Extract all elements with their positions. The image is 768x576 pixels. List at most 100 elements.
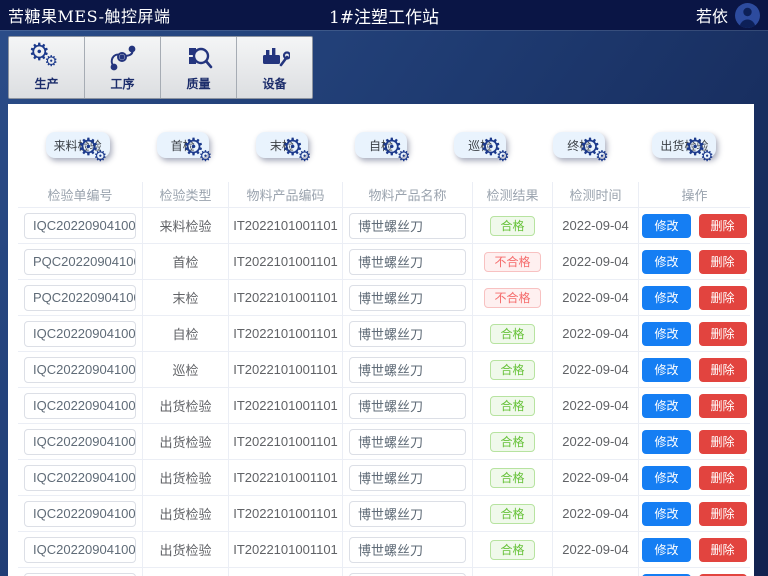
edit-button[interactable]: 修改	[642, 358, 690, 382]
toolbar-button-process[interactable]: 工序	[85, 37, 161, 98]
result-cell: 合格	[473, 532, 553, 567]
edit-button[interactable]: 修改	[642, 394, 690, 418]
result-badge: 不合格	[484, 252, 540, 272]
material-name-cell: 博世螺丝刀	[343, 532, 473, 567]
result-cell: 不合格	[473, 244, 553, 279]
delete-button[interactable]: 删除	[699, 394, 747, 418]
top-navbar: 苦糖果MES-触控屏端 1#注塑工作站 若依	[0, 0, 768, 30]
toolbar-button-label: 工序	[110, 75, 134, 92]
quality-inspect-icon	[185, 44, 213, 72]
user-avatar-icon[interactable]	[735, 3, 760, 28]
order-no-cell: IQC202209041001	[18, 496, 143, 531]
material-name-cell: 博世螺丝刀	[343, 316, 473, 351]
material-name-input[interactable]: 博世螺丝刀	[349, 537, 466, 563]
material-name-input[interactable]: 博世螺丝刀	[349, 213, 466, 239]
material-name-input[interactable]: 博世螺丝刀	[349, 393, 466, 419]
date-cell: 2022-09-04	[553, 532, 639, 567]
edit-button[interactable]: 修改	[642, 430, 690, 454]
column-header: 操作	[639, 182, 750, 207]
card-first-inspection[interactable]: ⚙⚙首检	[157, 132, 209, 158]
edit-button[interactable]: 修改	[642, 466, 690, 490]
delete-button[interactable]: 删除	[699, 322, 747, 346]
result-badge: 不合格	[484, 288, 540, 308]
result-cell: 合格	[473, 460, 553, 495]
delete-button[interactable]: 删除	[699, 502, 747, 526]
order-no-input[interactable]: PQC202209041001	[24, 285, 136, 311]
material-name-cell: 博世螺丝刀	[343, 424, 473, 459]
inspection-type-cell: 出货检验	[143, 532, 229, 567]
order-no-input[interactable]: IQC202209041001	[24, 573, 136, 576]
gears-icon: ⚙⚙	[29, 44, 65, 72]
delete-button[interactable]: 删除	[699, 358, 747, 382]
toolbar-button-equipment[interactable]: 设备	[237, 37, 312, 98]
order-no-input[interactable]: IQC202209041001	[24, 357, 136, 383]
user-area[interactable]: 若依	[696, 3, 760, 28]
material-name-input[interactable]: 博世螺丝刀	[349, 501, 466, 527]
column-header: 物料产品编码	[229, 182, 343, 207]
delete-button[interactable]: 删除	[699, 286, 747, 310]
material-code-cell: IT2022101001101	[229, 208, 343, 243]
actions-cell: 修改删除	[639, 316, 750, 351]
card-self-inspection[interactable]: ⚙⚙自检	[355, 132, 407, 158]
material-name-input[interactable]: 博世螺丝刀	[349, 321, 466, 347]
edit-button[interactable]: 修改	[642, 538, 690, 562]
edit-button[interactable]: 修改	[642, 502, 690, 526]
app-title: 苦糖果MES-触控屏端	[8, 3, 171, 27]
material-name-cell: 博世螺丝刀	[343, 352, 473, 387]
order-no-input[interactable]: IQC202209041001	[24, 501, 136, 527]
material-code-cell: IT2022101001101	[229, 388, 343, 423]
actions-cell: 修改删除	[639, 208, 750, 243]
toolbar-button-label: 生产	[34, 75, 58, 92]
material-code-cell: IT2022101001101	[229, 424, 343, 459]
table-row: IQC202209041001来料检验IT2022101001101博世螺丝刀合…	[18, 208, 750, 244]
result-badge: 合格	[490, 432, 534, 452]
column-header: 检验单编号	[18, 182, 143, 207]
delete-button[interactable]: 删除	[699, 538, 747, 562]
order-no-input[interactable]: IQC202209041001	[24, 213, 136, 239]
table-row: IQC202209041001出货检验IT2022101001101博世螺丝刀合…	[18, 496, 750, 532]
material-name-input[interactable]: 博世螺丝刀	[349, 285, 466, 311]
order-no-input[interactable]: PQC202209041001	[24, 249, 136, 275]
edit-button[interactable]: 修改	[642, 286, 690, 310]
column-header: 检测结果	[473, 182, 553, 207]
delete-button[interactable]: 删除	[699, 466, 747, 490]
card-final-inspection[interactable]: ⚙⚙终检	[553, 132, 605, 158]
toolbar-button-production[interactable]: ⚙⚙ 生产	[9, 37, 85, 98]
order-no-input[interactable]: IQC202209041001	[24, 393, 136, 419]
result-cell: 合格	[473, 388, 553, 423]
date-cell: 2022-09-04	[553, 244, 639, 279]
delete-button[interactable]: 删除	[699, 250, 747, 274]
card-patrol-inspection[interactable]: ⚙⚙巡检	[454, 132, 506, 158]
card-last-inspection[interactable]: ⚙⚙末检	[256, 132, 308, 158]
order-no-input[interactable]: IQC202209041001	[24, 429, 136, 455]
material-name-input[interactable]: 博世螺丝刀	[349, 357, 466, 383]
table-row: IQC202209041001出货检验IT2022101001101博世螺丝刀合…	[18, 388, 750, 424]
order-no-input[interactable]: IQC202209041001	[24, 537, 136, 563]
material-name-input[interactable]: 博世螺丝刀	[349, 465, 466, 491]
process-route-icon	[108, 44, 138, 72]
delete-button[interactable]: 删除	[699, 214, 747, 238]
result-cell: 合格	[473, 424, 553, 459]
toolbar-button-label: 质量	[186, 75, 210, 92]
table-row: PQC202209041001末检IT2022101001101博世螺丝刀不合格…	[18, 280, 750, 316]
table-row: PQC202209041001首检IT2022101001101博世螺丝刀不合格…	[18, 244, 750, 280]
content-panel: ⚙⚙来料检验⚙⚙首检⚙⚙末检⚙⚙自检⚙⚙巡检⚙⚙终检⚙⚙出货检验 检验单编号检验…	[8, 104, 754, 576]
edit-button[interactable]: 修改	[642, 250, 690, 274]
card-incoming-inspection[interactable]: ⚙⚙来料检验	[46, 132, 110, 158]
toolbar-button-quality[interactable]: 质量	[161, 37, 237, 98]
table-row: IQC202209041001出货检验IT2022101001101博世螺丝刀合…	[18, 460, 750, 496]
material-name-input[interactable]: 博世螺丝刀	[349, 249, 466, 275]
delete-button[interactable]: 删除	[699, 430, 747, 454]
edit-button[interactable]: 修改	[642, 322, 690, 346]
material-name-input[interactable]: 博世螺丝刀	[349, 429, 466, 455]
card-shipment-inspection[interactable]: ⚙⚙出货检验	[652, 132, 716, 158]
edit-button[interactable]: 修改	[642, 214, 690, 238]
table-body: IQC202209041001来料检验IT2022101001101博世螺丝刀合…	[18, 208, 750, 576]
order-no-cell: IQC202209041001	[18, 568, 143, 576]
order-no-input[interactable]: IQC202209041001	[24, 321, 136, 347]
inspection-type-cell: 末检	[143, 280, 229, 315]
order-no-input[interactable]: IQC202209041001	[24, 465, 136, 491]
inspection-card-row: ⚙⚙来料检验 ⚙⚙首检 ⚙⚙末检 ⚙⚙自检 ⚙⚙巡检 ⚙⚙终检 ⚙⚙出货检验	[8, 104, 754, 182]
material-name-input[interactable]: 博世螺丝刀	[349, 573, 466, 576]
material-name-cell: 博世螺丝刀	[343, 388, 473, 423]
